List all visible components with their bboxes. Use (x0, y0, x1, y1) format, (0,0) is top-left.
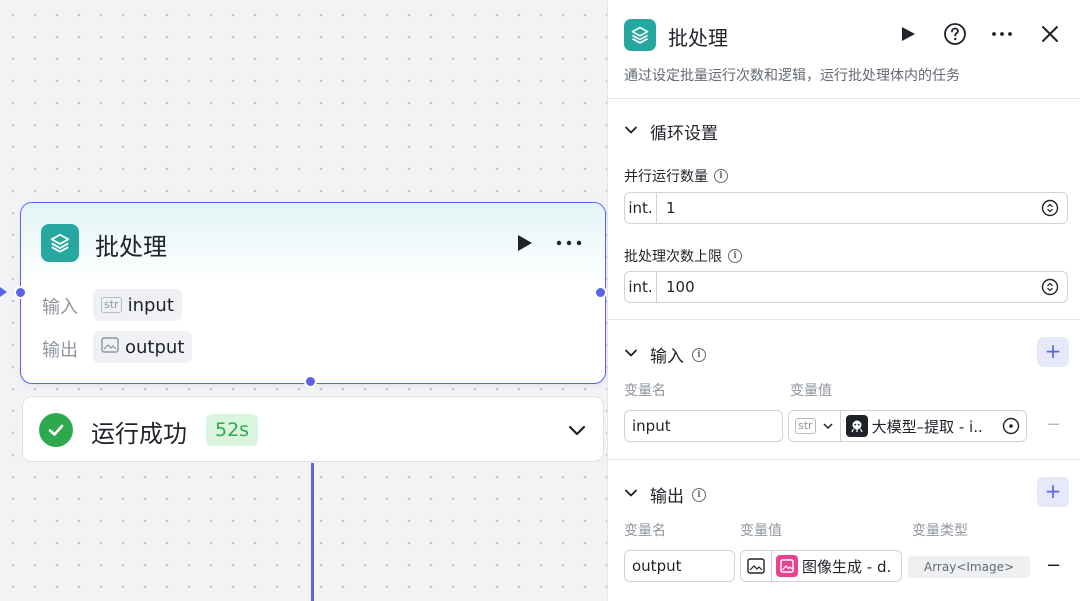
limit-label-text: 批处理次数上限 (624, 249, 722, 265)
llm-icon (845, 415, 868, 437)
panel-header: 批处理 通过设定批量运行次数和逻辑，运行批处理体内的任务 (608, 0, 1080, 99)
str-type-tag: str (795, 418, 816, 434)
ref-text: 大模型–提取 - i.. (871, 417, 983, 436)
layers-icon (624, 19, 656, 51)
chevron-down-icon (624, 345, 638, 365)
image-icon (747, 558, 765, 574)
output-section-title: 输出 (650, 487, 684, 507)
input-port[interactable] (14, 286, 27, 299)
stepper-icon[interactable] (1041, 278, 1059, 296)
run-icon[interactable] (514, 233, 534, 253)
chevron-down-icon (823, 423, 833, 430)
info-icon[interactable]: i (714, 169, 728, 183)
info-icon[interactable]: i (692, 347, 706, 362)
col-var-type: 变量类型 (912, 523, 968, 539)
input-var-ref-field[interactable]: str 大模型–提取 - i.. (788, 410, 1027, 442)
close-icon[interactable] (1038, 22, 1062, 46)
batch-limit-input[interactable]: int. 100 (624, 271, 1068, 303)
remove-output-button[interactable]: − (1046, 555, 1061, 576)
duration-badge: 52s (206, 414, 259, 446)
output-port[interactable] (594, 286, 607, 299)
col-var-name: 变量名 (624, 383, 666, 399)
output-var-ref-field[interactable]: 图像生成 - d. (740, 550, 902, 582)
settings-panel: 批处理 通过设定批量运行次数和逻辑，运行批处理体内的任务 循环设置 并行运行数量… (607, 0, 1080, 601)
loop-section-header[interactable]: 循环设置 (624, 119, 718, 144)
chevron-down-icon (624, 485, 638, 505)
connection-line (311, 463, 314, 601)
str-type-tag: str (101, 297, 122, 313)
remove-input-button[interactable]: − (1046, 414, 1061, 435)
chevron-down-icon (624, 122, 638, 142)
batch-limit-value[interactable]: 100 (666, 278, 1041, 296)
input-section-header[interactable]: 输入 i (624, 342, 706, 367)
input-var-name-field[interactable]: input (624, 410, 783, 442)
divider (608, 319, 1080, 320)
parallel-label: 并行运行数量 i (624, 166, 728, 186)
incoming-arrow (0, 287, 7, 297)
ref-chip: 图像生成 - d. (776, 555, 891, 577)
batch-node[interactable]: 批处理 输入 str input 输出 output (20, 202, 606, 384)
divider (608, 459, 1080, 460)
node-title: 批处理 (95, 233, 167, 261)
output-var-name-field[interactable]: output (624, 550, 735, 582)
col-var-name: 变量名 (624, 523, 666, 539)
col-var-value: 变量值 (790, 383, 832, 399)
input-label: 输入 (42, 297, 78, 318)
output-chip: output (93, 331, 193, 363)
layers-icon (41, 224, 79, 262)
run-status[interactable]: 运行成功 52s (22, 396, 604, 462)
check-circle-icon (39, 413, 73, 447)
image-type-select[interactable] (741, 551, 772, 581)
help-icon[interactable] (943, 22, 967, 46)
info-icon[interactable]: i (728, 249, 742, 263)
more-icon[interactable] (555, 233, 585, 253)
stepper-icon[interactable] (1041, 199, 1059, 217)
col-var-value: 变量值 (740, 523, 782, 539)
output-section-header[interactable]: 输出 i (624, 482, 706, 507)
parallel-count-input[interactable]: int. 1 (624, 192, 1068, 224)
int-prefix: int. (625, 272, 657, 302)
panel-title: 批处理 (668, 26, 728, 50)
limit-label: 批处理次数上限 i (624, 246, 742, 266)
parallel-count-value[interactable]: 1 (666, 199, 1041, 217)
chevron-down-icon[interactable] (566, 419, 588, 441)
target-icon[interactable] (1002, 417, 1020, 435)
ref-chip: 大模型–提取 - i.. (845, 415, 1002, 437)
parallel-label-text: 并行运行数量 (624, 169, 708, 185)
status-text: 运行成功 (91, 420, 187, 448)
image-type-icon (101, 336, 119, 358)
loop-section-title: 循环设置 (650, 124, 718, 144)
output-name: output (125, 336, 185, 358)
add-output-button[interactable]: + (1037, 477, 1069, 507)
panel-description: 通过设定批量运行次数和逻辑，运行批处理体内的任务 (624, 68, 960, 84)
more-icon[interactable] (990, 22, 1014, 46)
type-select[interactable]: str (789, 411, 841, 441)
input-chip: str input (93, 289, 182, 321)
ref-text: 图像生成 - d. (802, 557, 892, 576)
input-name: input (127, 294, 174, 316)
image-gen-icon (776, 555, 798, 577)
var-type-badge: Array<Image> (908, 556, 1031, 578)
run-icon[interactable] (896, 22, 920, 46)
int-prefix: int. (625, 193, 657, 223)
info-icon[interactable]: i (692, 487, 706, 502)
body-port[interactable] (304, 375, 317, 388)
input-section-title: 输入 (650, 347, 684, 367)
output-label: 输出 (42, 340, 78, 361)
add-input-button[interactable]: + (1037, 337, 1069, 367)
